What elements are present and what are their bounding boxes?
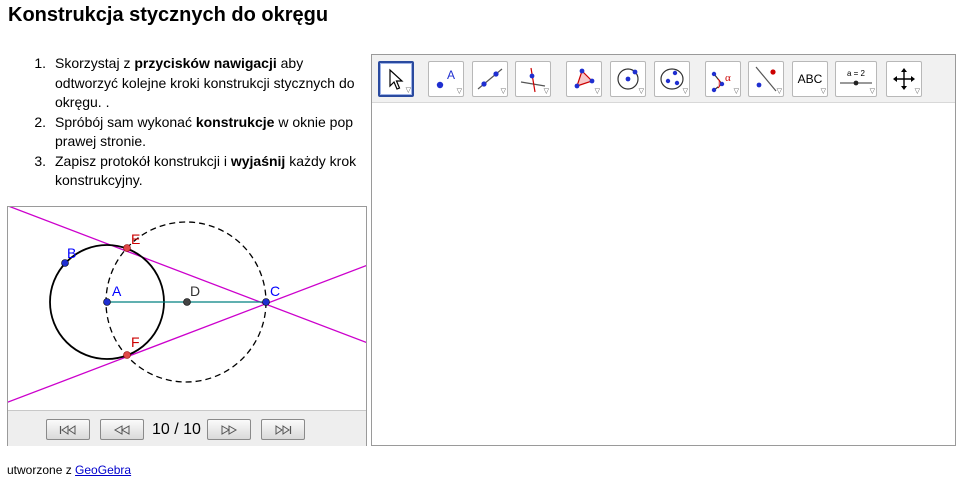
next-step-button[interactable] [207,419,251,440]
angle-tool[interactable]: α ▽ [705,61,741,97]
move-tool[interactable]: ▽ [378,61,414,97]
svg-text:α: α [725,72,731,84]
point-label: B [67,245,76,261]
instruction-bold: przycisków nawigacji [134,55,277,71]
geogebra-applet: ▽ A ▽ ▽ ▽ ▽ ▽ ▽ α ▽ ▽ ABC ▽ a = 2 ▽ ▽ [371,54,956,446]
first-step-button[interactable] [46,419,90,440]
instruction-number: 1. [34,55,46,71]
instruction-number: 2. [34,113,46,130]
next-step-icon [221,424,238,435]
page-title: Konstrukcja stycznych do okręgu [8,4,329,26]
text-tool[interactable]: ABC ▽ [792,61,828,97]
instruction-number: 3. [34,152,46,169]
navigation-bar: 10 / 10 [8,410,366,446]
instruction-bold: konstrukcje [195,113,275,130]
point-d[interactable] [183,298,191,306]
point-label: E [131,231,140,247]
last-step-button[interactable] [261,419,305,440]
last-step-icon [275,424,292,435]
instruction-item: 1. Skorzystaj z przycisków nawigacji aby… [8,54,358,113]
text-tool-icon: ABC [797,72,823,86]
line-tool[interactable]: ▽ [472,61,508,97]
instruction-text: Spróbój sam wykonać [55,113,196,130]
tangent-line [9,207,366,344]
move-view-tool-icon [893,68,915,90]
previous-step-button[interactable] [100,419,144,440]
previous-step-icon [113,424,130,435]
point-e[interactable] [123,244,131,252]
point-label: A [112,283,122,299]
slider-tool[interactable]: a = 2 ▽ [835,61,877,97]
footer-text: utworzone z [7,463,76,477]
construction-drawing: A B C D E F [8,207,366,403]
svg-text:A: A [447,68,455,82]
point-a[interactable] [103,298,111,306]
toolbar: ▽ A ▽ ▽ ▽ ▽ ▽ ▽ α ▽ ▽ ABC ▽ a = 2 ▽ ▽ [372,55,955,103]
polygon-tool[interactable]: ▽ [566,61,602,97]
construction-applet: A B C D E F 10 / 10 [7,206,367,446]
instruction-text: Zapisz protokół konstrukcji i [55,152,231,169]
footer: utworzone z GeoGebra [7,463,131,477]
conic-tool[interactable]: ▽ [654,61,690,97]
point-tool[interactable]: A ▽ [428,61,464,97]
point-label: C [270,283,280,299]
move-view-tool[interactable]: ▽ [886,61,922,97]
instruction-bold: wyjaśnij [230,152,286,169]
instruction-item: 3. Zapisz protokół konstrukcji i wyjaśni… [8,152,358,191]
instruction-text: Skorzystaj z [55,55,135,71]
move-tool-icon [389,68,404,90]
instructions-list: 1. Skorzystaj z przycisków nawigacji aby… [8,54,358,191]
point-f[interactable] [123,351,131,359]
reflect-tool[interactable]: ▽ [748,61,784,97]
perpendicular-tool[interactable]: ▽ [515,61,551,97]
point-label: F [131,334,140,350]
construction-canvas[interactable]: A B C D E F [8,207,366,410]
circle-tool[interactable]: ▽ [610,61,646,97]
tangent-line [8,264,366,403]
instruction-item: 2. Spróbój sam wykonać konstrukcje w okn… [8,113,358,152]
point-label: D [190,283,200,299]
svg-text:a = 2: a = 2 [847,69,866,78]
graphics-view[interactable] [372,103,955,445]
step-counter: 10 / 10 [152,421,201,438]
first-step-icon [59,424,76,435]
point-c[interactable] [262,298,270,306]
geogebra-link[interactable]: GeoGebra [75,463,131,477]
